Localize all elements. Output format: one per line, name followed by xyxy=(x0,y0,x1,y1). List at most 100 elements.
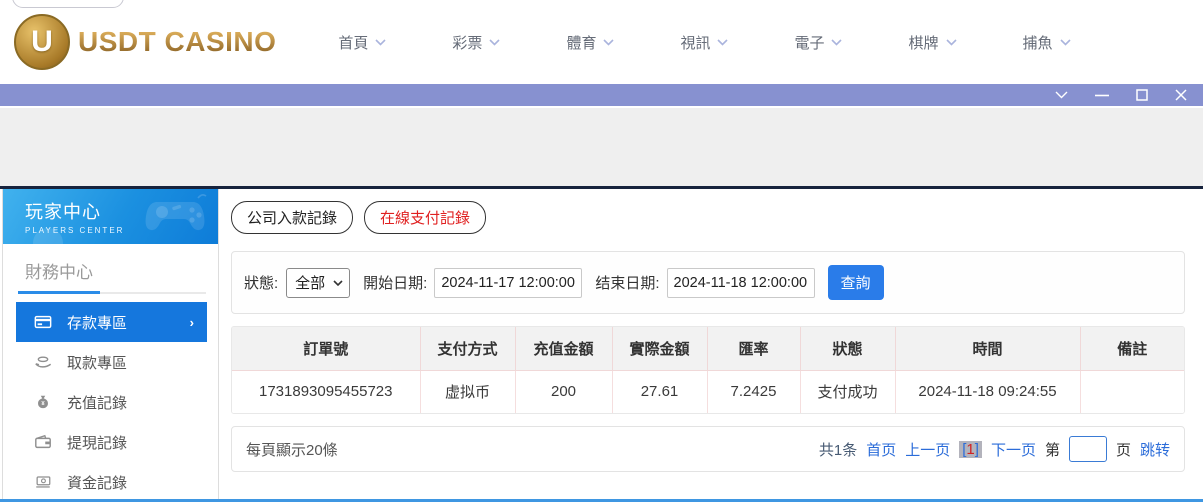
filter-bar: 狀態: 全部 開始日期: 结束日期: 查詢 xyxy=(231,251,1185,314)
cell-payment-method: 虚拟币 xyxy=(420,370,516,413)
jump-prefix-text: 第 xyxy=(1044,441,1060,459)
cell-actual-amount: 27.61 xyxy=(612,370,708,413)
sidebar-item-withdraw-zone[interactable]: 取款專區 xyxy=(16,342,207,382)
chevron-down-icon xyxy=(489,38,501,46)
record-tabs: 公司入款記錄 在線支付記錄 xyxy=(231,201,1185,234)
table-row: 1731893095455723 虚拟币 200 27.61 7.2425 支付… xyxy=(232,370,1184,413)
col-actual-amount: 實際金額 xyxy=(612,327,708,371)
logo-icon: U xyxy=(14,14,70,70)
start-date-input[interactable] xyxy=(434,267,583,298)
players-center-header: 玩家中心 PLAYERS CENTER xyxy=(3,189,218,244)
site-header: U USDT CASINO 首頁 彩票 體育 視訊 電子 棋牌 捕魚 xyxy=(0,0,1203,84)
content: 公司入款記錄 在線支付記錄 狀態: 全部 開始日期: 结束日期: 查詢 xyxy=(219,189,1203,499)
start-date-label: 開始日期: xyxy=(363,275,428,292)
sidebar: 玩家中心 PLAYERS CENTER 財務中心 存款專區 › 取款專區 ¥ 充… xyxy=(2,189,219,499)
sidebar-item-recharge-record[interactable]: ¥ 充值記錄 xyxy=(16,382,207,422)
current-page-indicator: [1] xyxy=(959,440,982,458)
nav-label: 捕魚 xyxy=(1022,34,1053,52)
pagination-controls: 共1条 首页 上一页 [1] 下一页 第 页 跳转 xyxy=(819,436,1170,462)
status-label: 狀態: xyxy=(244,275,279,292)
nav-label: 體育 xyxy=(566,34,597,52)
window-titlebar xyxy=(0,84,1203,106)
nav-item-slots[interactable]: 電子 xyxy=(794,32,843,53)
nav-item-lottery[interactable]: 彩票 xyxy=(452,32,501,53)
popup-remnant xyxy=(12,0,124,8)
finance-center-title: 財務中心 xyxy=(25,263,93,282)
chevron-down-icon xyxy=(333,279,343,286)
money-bag-icon: ¥ xyxy=(34,393,52,411)
withdraw-hand-icon xyxy=(34,353,52,371)
chevron-down-icon xyxy=(717,38,729,46)
col-recharge-amount: 充值金額 xyxy=(515,327,613,371)
status-select[interactable]: 全部 xyxy=(286,267,351,298)
close-icon[interactable] xyxy=(1175,89,1187,101)
first-page-link[interactable]: 首页 xyxy=(866,439,896,460)
chevron-down-icon xyxy=(375,38,386,46)
sidebar-item-label: 充值記錄 xyxy=(67,394,128,412)
sidebar-menu: 存款專區 › 取款專區 ¥ 充值記錄 提現記錄 資金記錄 xyxy=(3,302,218,499)
main-nav: 首頁 彩票 體育 視訊 電子 棋牌 捕魚 xyxy=(338,32,1071,53)
chevron-down-icon xyxy=(603,38,615,46)
next-page-link[interactable]: 下一页 xyxy=(991,439,1036,460)
table-header-row: 訂單號 支付方式 充值金額 實際金額 匯率 狀態 時間 備註 xyxy=(232,327,1184,371)
col-order-number: 訂單號 xyxy=(232,327,421,371)
logo[interactable]: U USDT CASINO xyxy=(14,14,276,70)
logo-letter: U xyxy=(31,25,53,58)
chevron-down-icon xyxy=(945,38,957,46)
nav-item-cards[interactable]: 棋牌 xyxy=(908,32,957,53)
nav-item-sports[interactable]: 體育 xyxy=(566,32,615,53)
main-section: 玩家中心 PLAYERS CENTER 財務中心 存款專區 › 取款專區 ¥ 充… xyxy=(0,186,1203,499)
prev-page-link[interactable]: 上一页 xyxy=(905,439,950,460)
search-button[interactable]: 查詢 xyxy=(827,265,884,300)
wallet-icon xyxy=(34,433,52,451)
cell-exchange-rate: 7.2425 xyxy=(707,370,801,413)
sidebar-item-label: 提現記錄 xyxy=(67,434,128,452)
col-payment-method: 支付方式 xyxy=(420,327,516,371)
nav-label: 視訊 xyxy=(680,34,711,52)
nav-label: 首頁 xyxy=(338,34,369,52)
logo-text: USDT CASINO xyxy=(78,26,277,57)
page: U USDT CASINO 首頁 彩票 體育 視訊 電子 棋牌 捕魚 玩家中心 … xyxy=(0,0,1203,502)
current-page-number: 1 xyxy=(966,440,975,458)
cell-remark xyxy=(1080,370,1184,413)
end-date-label: 结束日期: xyxy=(595,275,660,292)
sidebar-item-deposit-zone[interactable]: 存款專區 › xyxy=(16,302,207,342)
sidebar-item-funds-record[interactable]: 資金記錄 xyxy=(16,462,207,499)
nav-item-fishing[interactable]: 捕魚 xyxy=(1023,32,1071,53)
records-table: 訂單號 支付方式 充值金額 實際金額 匯率 狀態 時間 備註 173189309 xyxy=(231,326,1185,414)
cell-recharge-amount: 200 xyxy=(515,370,613,413)
nav-item-home[interactable]: 首頁 xyxy=(338,32,386,53)
chevron-down-icon xyxy=(831,38,843,46)
gray-band xyxy=(0,108,1203,186)
sidebar-item-label: 資金記錄 xyxy=(67,474,128,492)
chevron-down-icon xyxy=(1059,38,1071,46)
col-time: 時間 xyxy=(895,327,1081,371)
maximize-icon[interactable] xyxy=(1136,89,1148,101)
status-select-value: 全部 xyxy=(295,275,326,292)
tab-online-payment-record[interactable]: 在線支付記錄 xyxy=(364,201,487,234)
sidebar-item-label: 取款專區 xyxy=(67,354,128,372)
cell-order-number: 1731893095455723 xyxy=(232,370,421,413)
jump-page-input[interactable] xyxy=(1068,436,1107,462)
jump-suffix-text: 页 xyxy=(1115,441,1131,459)
end-date-input[interactable] xyxy=(666,267,815,298)
cell-status: 支付成功 xyxy=(800,370,896,413)
deposit-card-icon xyxy=(34,313,52,331)
cell-time: 2024-11-18 09:24:55 xyxy=(895,370,1081,413)
jump-button[interactable]: 跳转 xyxy=(1140,439,1170,460)
nav-label: 棋牌 xyxy=(908,34,939,52)
sidebar-item-withdrawal-record[interactable]: 提現記錄 xyxy=(16,422,207,462)
col-remark: 備註 xyxy=(1080,327,1184,371)
col-exchange-rate: 匯率 xyxy=(707,327,801,371)
page-size-text: 每頁顯示20條 xyxy=(246,441,338,459)
minimize-icon[interactable] xyxy=(1095,94,1109,97)
sidebar-item-label: 存款專區 xyxy=(67,314,128,332)
gamepad-icon xyxy=(145,194,207,231)
nav-item-video[interactable]: 視訊 xyxy=(680,32,729,53)
total-count-text: 共1条 xyxy=(818,441,858,459)
nav-label: 彩票 xyxy=(452,34,483,52)
divider xyxy=(18,291,206,294)
titlebar-chevron-down-icon[interactable] xyxy=(1055,91,1068,99)
tab-company-deposit-record[interactable]: 公司入款記錄 xyxy=(231,201,354,234)
nav-label: 電子 xyxy=(794,34,825,52)
